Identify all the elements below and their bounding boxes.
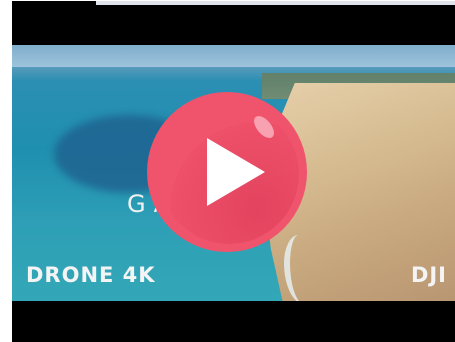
sky — [12, 45, 455, 67]
play-icon — [207, 138, 265, 206]
play-button[interactable] — [147, 92, 307, 252]
caption-drone: DRONE 4K — [26, 263, 156, 287]
surf-line — [284, 235, 320, 301]
top-strip — [96, 1, 455, 5]
caption-dji: DJI — [410, 263, 447, 287]
